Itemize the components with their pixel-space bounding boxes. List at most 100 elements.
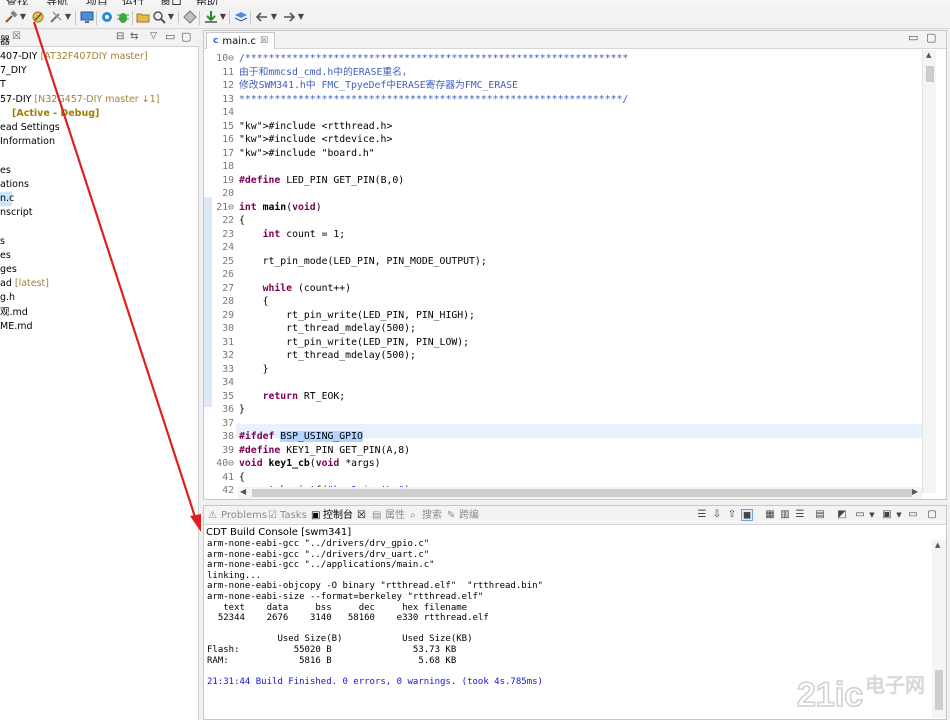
clear-icon[interactable]: ▦ [764,509,776,521]
code-line[interactable]: int count = 1; [239,228,346,242]
code-line[interactable]: rt_thread_mdelay(500); [239,322,416,336]
code-line[interactable]: { [239,471,245,485]
prev-error-icon[interactable]: ⇧ [726,509,738,521]
tab-tasks[interactable]: Tasks [280,509,307,522]
tab-build[interactable]: 跨编 [459,509,479,522]
code-line[interactable]: rt_pin_write(LED_PIN, PIN_LOW); [239,336,469,350]
tree-item[interactable]: 407-DIY [AT32F407DIY master] [0,50,148,64]
code-line[interactable]: return RT_EOK; [239,390,346,404]
lock-icon[interactable]: ◼ [741,509,753,521]
build-icon[interactable] [30,9,46,25]
monitor-icon[interactable]: ▭ [854,509,866,521]
tab-problems[interactable]: Problems [221,509,267,522]
chevron-down-icon[interactable]: ▼ [167,9,175,25]
new-console-icon[interactable]: ▣ [881,509,893,521]
tree-item[interactable]: ges [0,263,17,277]
minimize-icon[interactable]: ▭ [907,509,919,521]
minimize-icon[interactable]: ▭ [165,30,175,43]
tree-item[interactable]: n.c [0,192,14,206]
tab-console[interactable]: 控制台 [323,509,353,522]
bug-icon[interactable] [115,9,131,25]
tree-item[interactable]: nscript [0,206,33,220]
view-menu-icon[interactable]: ▽ [150,31,157,41]
code-line[interactable]: rt_thread_mdelay(500); [239,349,416,363]
code-line[interactable]: rt_pin_mode(LED_PIN, PIN_MODE_OUTPUT); [239,255,487,269]
search-icon[interactable] [151,9,167,25]
next-error-icon[interactable]: ⇩ [711,509,723,521]
link-editor-icon[interactable]: ⇆ [130,31,138,42]
explorer-tab-label[interactable]: 器 [0,32,10,47]
pin-icon[interactable]: ▤ [814,509,826,521]
tree-item[interactable]: Information [0,135,55,149]
display-console-icon[interactable]: ◩ [836,509,848,521]
close-icon[interactable]: ☒ [357,509,366,522]
chevron-down-icon[interactable]: ▼ [270,9,278,25]
back-arrow-icon[interactable] [254,9,270,25]
tab-main-c[interactable]: c main.c ☒ [206,32,276,49]
maximize-icon[interactable]: ▢ [181,30,191,43]
code-line[interactable]: #define KEY1_PIN GET_PIN(A,8) [239,444,410,458]
editor-vertical-scrollbar[interactable]: ▲ [922,50,936,493]
code-line[interactable]: "kw">#include "board.h" [239,147,375,161]
tree-item[interactable]: 观.md [0,306,28,320]
tab-search[interactable]: 搜索 [422,509,442,522]
code-line[interactable]: "kw">#include <rtdevice.h> [239,133,392,147]
scroll-up-icon[interactable]: ▲ [926,51,931,59]
word-wrap-icon[interactable]: ☰ [794,509,806,521]
chevron-down-icon[interactable]: ▼ [19,9,27,25]
code-line[interactable]: "kw">#include <rtthread.h> [239,120,392,134]
collapse-all-icon[interactable]: ⊟ [116,31,124,42]
code-line[interactable]: /***************************************… [239,52,628,66]
code-line[interactable]: } [239,403,245,417]
monitor-icon[interactable] [79,9,95,25]
chevron-down-icon[interactable]: ▼ [64,9,72,25]
scroll-left-icon[interactable]: ◀ [240,487,246,496]
close-icon[interactable]: ☒ [12,31,21,42]
code-line[interactable]: ****************************************… [239,93,628,107]
code-line[interactable]: { [239,295,269,309]
tree-item[interactable]: T [0,78,6,92]
list-icon[interactable]: ☰ [696,509,708,521]
code-line[interactable]: { [239,214,245,228]
code-line[interactable]: 由于和mmcsd_cmd.h中的ERASE重名， [239,66,412,80]
scroll-up-icon[interactable]: ▲ [935,541,940,549]
maximize-icon[interactable]: ▢ [926,31,936,44]
download-icon[interactable] [203,9,219,25]
tree-item[interactable]: 57-DIY [N32G457-DIY master ↓1] [0,93,159,107]
hammer-icon[interactable] [3,9,19,25]
maximize-icon[interactable]: ▢ [926,509,938,521]
scroll-lock-icon[interactable]: ▥ [779,509,791,521]
editor-horizontal-scrollbar[interactable]: ◀ ▶ [238,487,922,499]
tree-item[interactable]: ad [latest] [0,277,49,291]
minimize-icon[interactable]: ▭ [908,31,918,44]
chevron-down-icon[interactable]: ▼ [297,9,305,25]
tab-properties[interactable]: 属性 [385,509,405,522]
tree-item[interactable]: es [0,164,11,178]
scroll-right-icon[interactable]: ▶ [912,487,918,496]
close-icon[interactable]: ☒ [260,34,268,49]
code-line[interactable]: #define LED_PIN GET_PIN(B,0) [239,174,404,188]
chip-icon[interactable] [99,9,115,25]
chevron-down-icon[interactable]: ▼ [866,509,878,521]
code-line[interactable]: 修改SWM341.h中 FMC_TpyeDef中ERASE寄存器为FMC_ERA… [239,79,518,93]
tree-item[interactable]: g.h [0,291,15,305]
code-line[interactable]: while (count++) [239,282,351,296]
diamond-icon[interactable] [182,9,198,25]
code-line[interactable]: } [239,363,269,377]
forward-arrow-icon[interactable] [281,9,297,25]
tree-item[interactable]: ations [0,178,29,192]
chevron-down-icon[interactable]: ▼ [893,509,905,521]
tree-item[interactable]: es [0,249,11,263]
scroll-thumb[interactable] [926,66,934,82]
code-line[interactable]: #ifdef BSP_USING_GPIO [239,430,363,444]
code-line[interactable]: void key1_cb(void *args) [239,457,381,471]
code-line[interactable]: rt_pin_write(LED_PIN, PIN_HIGH); [239,309,475,323]
tree-item[interactable]: 7_DIY [0,64,27,78]
code-line[interactable]: int main(void) [239,201,322,215]
tree-item[interactable]: ead Settings [0,121,60,135]
tree-item[interactable]: [Active - Debug] [0,107,99,121]
layers-icon[interactable] [233,9,249,25]
tree-item[interactable]: s [0,235,5,249]
chevron-down-icon[interactable]: ▼ [219,9,227,25]
tree-item[interactable]: ME.md [0,320,33,334]
